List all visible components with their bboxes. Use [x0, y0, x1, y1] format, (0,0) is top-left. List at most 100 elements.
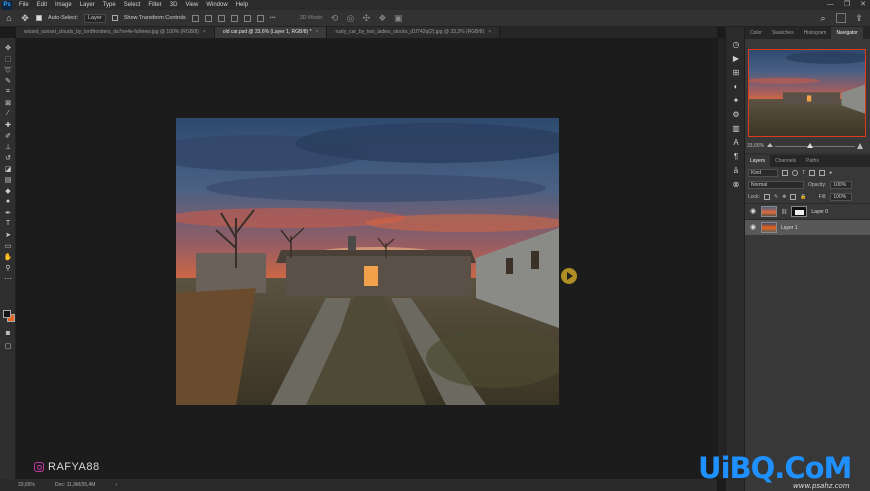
visibility-eye-icon[interactable]: ◉ — [749, 208, 757, 216]
layer-row[interactable]: ◉ ⛓ Layer 0 — [745, 203, 870, 219]
channels-icon[interactable]: ⊗ — [726, 177, 746, 191]
fill-input[interactable]: 100% — [830, 193, 853, 201]
filter-smart-icon[interactable] — [819, 170, 826, 176]
navigator-thumbnail[interactable] — [748, 49, 866, 137]
visibility-eye-icon[interactable]: ◉ — [749, 224, 757, 232]
lasso-tool-icon[interactable]: ➰ — [0, 64, 16, 75]
status-zoom[interactable]: 33,65% — [18, 482, 35, 488]
vertical-scrollbar[interactable] — [717, 38, 725, 479]
tab-paths[interactable]: Paths — [801, 155, 824, 167]
layer-mask-thumbnail[interactable] — [791, 206, 808, 217]
quick-mask-icon[interactable]: ◙ — [0, 328, 16, 339]
align-left-icon[interactable] — [191, 14, 199, 22]
move-tool-icon[interactable]: ✥ — [0, 42, 16, 53]
menu-item-image[interactable]: Image — [51, 0, 76, 10]
lock-paint-icon[interactable]: ✎ — [774, 194, 778, 200]
search-icon[interactable]: ⌕ — [818, 13, 828, 23]
document-tab[interactable]: wizard_sunset_clouds_by_lordfrontiers_da… — [16, 27, 215, 38]
close-tab-icon[interactable]: × — [488, 29, 491, 35]
quick-select-tool-icon[interactable]: ✎ — [0, 75, 16, 86]
home-icon[interactable]: ⌂ — [4, 13, 14, 23]
tab-color[interactable]: Color — [745, 27, 767, 39]
tab-channels[interactable]: Channels — [770, 155, 801, 167]
opacity-input[interactable]: 100% — [830, 181, 853, 189]
menu-item-3d[interactable]: 3D — [166, 0, 182, 10]
show-transform-checkbox[interactable] — [111, 15, 118, 21]
lock-all-icon[interactable]: 🔒 — [800, 194, 806, 200]
actions-icon[interactable]: ▶ — [726, 51, 746, 65]
zoom-in-icon[interactable] — [857, 143, 863, 149]
align-center-icon[interactable] — [204, 14, 212, 22]
close-tab-icon[interactable]: × — [316, 29, 319, 35]
menu-item-layer[interactable]: Layer — [76, 0, 99, 10]
navigator-zoom-knob[interactable] — [807, 143, 813, 148]
lock-artboard-icon[interactable] — [790, 194, 797, 200]
layer-comps-icon[interactable]: ⊞ — [726, 65, 746, 79]
properties-icon[interactable]: ⚙ — [726, 107, 746, 121]
orbit-3d-icon[interactable]: ⟲ — [329, 13, 339, 23]
status-doc-size[interactable]: Doc: 11,9M/35,4M — [55, 482, 95, 488]
zoom-out-icon[interactable] — [767, 143, 773, 147]
kind-filter-dropdown[interactable]: Kind — [748, 169, 778, 177]
chain-link-icon[interactable]: ⛓ — [781, 209, 787, 215]
history-brush-tool-icon[interactable]: ↺ — [0, 152, 16, 163]
character-icon[interactable]: A — [726, 135, 746, 149]
marquee-tool-icon[interactable]: ⬚ — [0, 53, 16, 64]
blend-mode-dropdown[interactable]: Normal — [748, 181, 804, 189]
document-tab[interactable]: old car.psd @ 33,6% (Layer 1, RGB/8) * × — [214, 27, 328, 38]
gradient-tool-icon[interactable]: ▤ — [0, 174, 16, 185]
close-button[interactable]: ✕ — [860, 0, 866, 10]
tab-layers[interactable]: Layers — [745, 155, 771, 167]
close-tab-icon[interactable]: × — [203, 29, 206, 35]
history-icon[interactable]: ◷ — [726, 37, 746, 51]
menu-item-select[interactable]: Select — [120, 0, 145, 10]
navigator-zoom-slider[interactable] — [775, 146, 855, 147]
auto-select-checkbox[interactable] — [36, 15, 42, 21]
tab-histogram[interactable]: Histogram — [799, 27, 832, 39]
menu-item-file[interactable]: File — [15, 0, 33, 10]
pen-tool-icon[interactable]: ✒ — [0, 207, 16, 218]
glyphs-icon[interactable]: ā — [726, 163, 746, 177]
paragraph-icon[interactable]: ¶ — [726, 149, 746, 163]
dodge-tool-icon[interactable]: ● — [0, 196, 16, 207]
document-image[interactable] — [176, 118, 559, 405]
shape-tool-icon[interactable]: ▭ — [0, 240, 16, 251]
hand-tool-icon[interactable]: ✋ — [0, 251, 16, 262]
auto-select-target-dropdown[interactable]: Layer — [83, 13, 106, 23]
brush-tool-icon[interactable]: ✐ — [0, 130, 16, 141]
stamp-tool-icon[interactable]: ⊥ — [0, 141, 16, 152]
slide-3d-icon[interactable]: ❖ — [377, 13, 387, 23]
lock-position-icon[interactable]: ✥ — [782, 194, 786, 200]
screen-mode-icon[interactable]: ▢ — [0, 340, 16, 351]
align-top-icon[interactable] — [230, 14, 238, 22]
healing-tool-icon[interactable]: ✚ — [0, 119, 16, 130]
filter-toggle-icon[interactable]: ● — [829, 170, 832, 176]
filter-shape-icon[interactable] — [809, 170, 816, 176]
foreground-color-swatch[interactable] — [3, 310, 11, 318]
tab-navigator[interactable]: Navigator — [831, 27, 863, 39]
tab-swatches[interactable]: Swatches — [767, 27, 799, 39]
share-icon[interactable]: ⇪ — [854, 13, 864, 23]
roll-3d-icon[interactable]: ◎ — [345, 13, 355, 23]
filter-pixel-icon[interactable] — [782, 170, 788, 176]
eyedropper-tool-icon[interactable]: ⁄ — [0, 108, 16, 119]
more-tools-icon[interactable]: ⋯ — [0, 273, 16, 284]
align-right-icon[interactable] — [217, 14, 225, 22]
minimize-button[interactable]: — — [827, 0, 834, 10]
path-select-tool-icon[interactable]: ➤ — [0, 229, 16, 240]
document-tab[interactable]: rusty_car_by_two_ladies_stocks_d1f742q(2… — [327, 27, 501, 38]
type-tool-icon[interactable]: T — [0, 218, 16, 229]
layer-row[interactable]: ◉ Layer 1 — [745, 219, 870, 235]
filter-type-icon[interactable]: T — [802, 170, 805, 176]
scale-3d-icon[interactable]: ▣ — [393, 13, 403, 23]
move-tool-icon[interactable]: ✥ — [20, 13, 30, 23]
status-arrow-icon[interactable]: › — [115, 482, 117, 488]
maximize-button[interactable]: ❐ — [844, 0, 850, 10]
filter-adjustment-icon[interactable] — [792, 170, 798, 176]
zoom-tool-icon[interactable]: ⚲ — [0, 262, 16, 273]
eraser-tool-icon[interactable]: ◪ — [0, 163, 16, 174]
lock-pixels-icon[interactable] — [763, 194, 770, 200]
menu-item-window[interactable]: Window — [202, 0, 231, 10]
adjustments-icon[interactable]: ◐ — [726, 79, 746, 93]
navigator-zoom-value[interactable]: 33,65% — [747, 143, 764, 149]
